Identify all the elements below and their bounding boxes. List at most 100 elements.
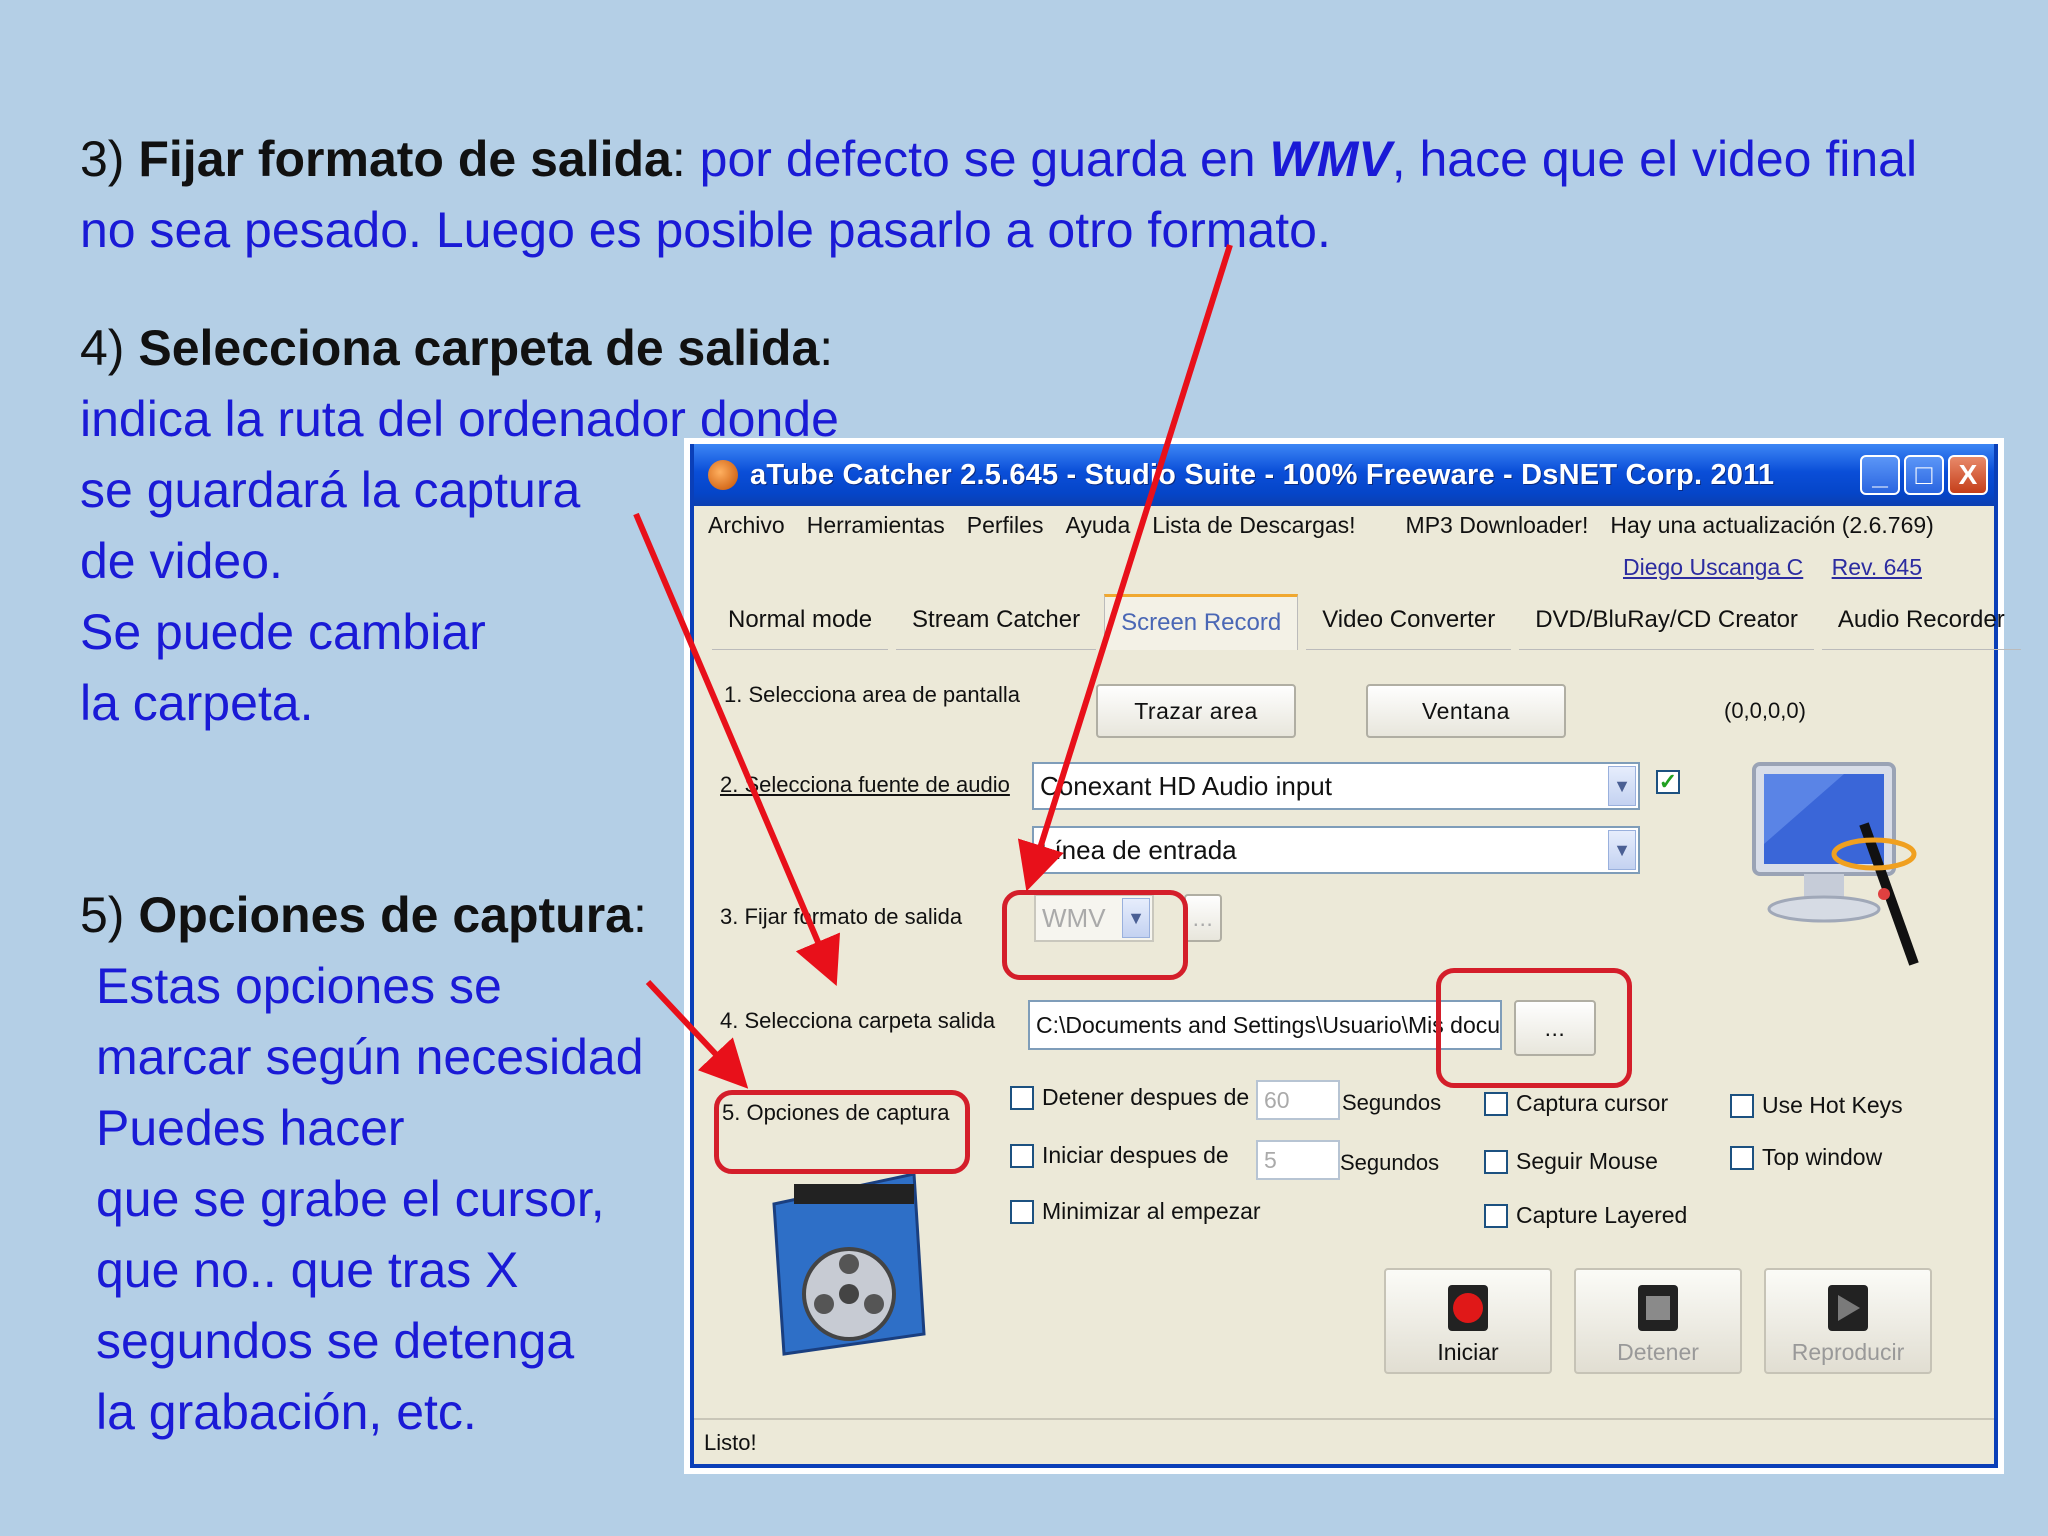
step4-number: 4) bbox=[80, 320, 125, 376]
start-label: Iniciar bbox=[1437, 1339, 1499, 1365]
stop-after-unit: Segundos bbox=[1342, 1090, 1442, 1115]
step5-line: que no.. que tras X bbox=[96, 1242, 519, 1298]
stop-icon bbox=[1638, 1285, 1678, 1331]
step5-line: Estas opciones se bbox=[96, 958, 502, 1014]
header-links: Diego Uscanga C Rev. 645 bbox=[1601, 554, 1922, 581]
follow-mouse-label: Seguir Mouse bbox=[1516, 1148, 1658, 1174]
step5-description: 5) Opciones de captura: Estas opciones s… bbox=[80, 880, 700, 1448]
step5-line: segundos se detenga bbox=[96, 1313, 575, 1369]
monitor-wand-icon bbox=[1752, 762, 1919, 966]
tab-strip: Normal mode Stream Catcher Screen Record… bbox=[712, 594, 2021, 650]
minimize-checkbox[interactable]: Minimizar al empezar bbox=[1010, 1198, 1261, 1225]
step3-label: 3. Fijar formato de salida bbox=[720, 904, 963, 929]
menu-lista-descargas[interactable]: Lista de Descargas! bbox=[1152, 512, 1355, 548]
checkbox-box bbox=[1010, 1199, 1034, 1224]
highlight-browse bbox=[1436, 968, 1632, 1088]
window-button[interactable]: Ventana bbox=[1366, 684, 1566, 738]
app-icon bbox=[708, 460, 738, 490]
stop-after-label: Detener despues de bbox=[1042, 1084, 1250, 1110]
step5-line: que se grabe el cursor, bbox=[96, 1171, 605, 1227]
window-controls: _ □ X bbox=[1860, 455, 1988, 495]
menu-herramientas[interactable]: Herramientas bbox=[807, 512, 945, 548]
atube-catcher-window: aTube Catcher 2.5.645 - Studio Suite - 1… bbox=[690, 444, 2021, 1468]
audio-line-value: Línea de entrada bbox=[1040, 834, 1237, 865]
audio-source-value: Conexant HD Audio input bbox=[1040, 770, 1332, 801]
stop-button[interactable]: Detener bbox=[1574, 1268, 1742, 1374]
check-icon: ✓ bbox=[1656, 769, 1680, 794]
hot-keys-label: Use Hot Keys bbox=[1762, 1092, 1903, 1118]
top-window-checkbox[interactable]: Top window bbox=[1730, 1144, 1882, 1171]
maximize-button[interactable]: □ bbox=[1904, 455, 1944, 495]
close-button[interactable]: X bbox=[1948, 455, 1988, 495]
step3-format: WMV bbox=[1269, 131, 1392, 187]
window-title: aTube Catcher 2.5.645 - Studio Suite - 1… bbox=[750, 458, 1775, 491]
step5-line: Puedes hacer bbox=[96, 1100, 405, 1156]
status-bar: Listo! bbox=[694, 1418, 1994, 1464]
capture-cursor-label: Captura cursor bbox=[1516, 1090, 1669, 1116]
menu-ayuda[interactable]: Ayuda bbox=[1065, 512, 1130, 548]
step3-colon: : bbox=[671, 131, 686, 187]
play-icon bbox=[1828, 1285, 1868, 1331]
step3-heading: Fijar formato de salida bbox=[138, 131, 672, 187]
audio-line-select[interactable]: Línea de entrada ▼ bbox=[1032, 826, 1640, 874]
start-after-seconds[interactable]: 5 bbox=[1256, 1140, 1340, 1180]
film-reel-icon bbox=[772, 1172, 926, 1356]
tab-audio-recorder[interactable]: Audio Recorder bbox=[1821, 594, 2021, 650]
play-button[interactable]: Reproducir bbox=[1764, 1268, 1932, 1374]
stop-after-seconds[interactable]: 60 bbox=[1256, 1080, 1340, 1120]
capture-layered-checkbox[interactable]: Capture Layered bbox=[1484, 1202, 1687, 1229]
checkbox-box bbox=[1730, 1093, 1754, 1118]
menu-bar: Archivo Herramientas Perfiles Ayuda List… bbox=[708, 512, 1980, 548]
output-folder-field[interactable]: C:\Documents and Settings\Usuario\Mis do… bbox=[1028, 1000, 1502, 1050]
step3-text-a: por defecto se guarda en bbox=[685, 131, 1270, 187]
revision-link[interactable]: Rev. 645 bbox=[1832, 554, 1922, 580]
checkbox-box bbox=[1484, 1149, 1508, 1174]
minimize-label: Minimizar al empezar bbox=[1042, 1198, 1261, 1224]
stop-after-checkbox[interactable]: Detener despues de bbox=[1010, 1084, 1249, 1111]
tab-stream-catcher[interactable]: Stream Catcher bbox=[896, 594, 1097, 650]
tab-dvd-creator[interactable]: DVD/BluRay/CD Creator bbox=[1519, 594, 1814, 650]
step5-line: la grabación, etc. bbox=[96, 1384, 477, 1440]
highlight-capture-options bbox=[714, 1090, 970, 1174]
start-after-unit: Segundos bbox=[1340, 1150, 1440, 1175]
menu-update[interactable]: Hay una actualización (2.6.769) bbox=[1610, 512, 1933, 548]
step5-heading: Opciones de captura bbox=[138, 887, 633, 943]
chevron-down-icon[interactable]: ▼ bbox=[1608, 830, 1636, 870]
start-button[interactable]: Iniciar bbox=[1384, 1268, 1552, 1374]
menu-mp3-downloader[interactable]: MP3 Downloader! bbox=[1406, 512, 1589, 548]
capture-cursor-checkbox[interactable]: Captura cursor bbox=[1484, 1090, 1668, 1117]
follow-mouse-checkbox[interactable]: Seguir Mouse bbox=[1484, 1148, 1658, 1175]
hot-keys-checkbox[interactable]: Use Hot Keys bbox=[1730, 1092, 1903, 1119]
step3-number: 3) bbox=[80, 131, 125, 187]
coords-readout: (0,0,0,0) bbox=[1724, 698, 1806, 723]
minimize-button[interactable]: _ bbox=[1860, 455, 1900, 495]
title-bar[interactable]: aTube Catcher 2.5.645 - Studio Suite - 1… bbox=[694, 444, 1994, 506]
audio-enabled-checkbox[interactable]: ✓ bbox=[1656, 769, 1688, 794]
step4-colon: : bbox=[819, 320, 834, 376]
tab-video-converter[interactable]: Video Converter bbox=[1306, 594, 1512, 650]
step3-description: 3) Fijar formato de salida: por defecto … bbox=[80, 124, 1980, 266]
checkbox-box bbox=[1730, 1145, 1754, 1170]
top-window-label: Top window bbox=[1762, 1144, 1883, 1170]
checkbox-box bbox=[1484, 1203, 1508, 1228]
step4-label: 4. Selecciona carpeta salida bbox=[720, 1008, 996, 1033]
menu-archivo[interactable]: Archivo bbox=[708, 512, 785, 548]
draw-area-button[interactable]: Trazar area bbox=[1096, 684, 1296, 738]
step2-label: 2. Selecciona fuente de audio bbox=[720, 772, 1010, 797]
menu-perfiles[interactable]: Perfiles bbox=[967, 512, 1044, 548]
step5-colon: : bbox=[632, 887, 647, 943]
step4-heading: Selecciona carpeta de salida bbox=[138, 320, 820, 376]
step5-number: 5) bbox=[80, 887, 125, 943]
chevron-down-icon[interactable]: ▼ bbox=[1608, 766, 1636, 806]
highlight-format bbox=[1002, 890, 1188, 980]
step1-label: 1. Selecciona area de pantalla bbox=[724, 682, 1020, 707]
start-after-checkbox[interactable]: Iniciar despues de bbox=[1010, 1142, 1229, 1169]
audio-source-select[interactable]: Conexant HD Audio input ▼ bbox=[1032, 762, 1640, 810]
checkbox-box bbox=[1010, 1143, 1034, 1168]
tab-screen-record[interactable]: Screen Record bbox=[1104, 594, 1299, 650]
start-after-label: Iniciar despues de bbox=[1042, 1142, 1229, 1168]
author-link[interactable]: Diego Uscanga C bbox=[1623, 554, 1803, 580]
checkbox-box bbox=[1010, 1085, 1034, 1110]
format-options-button[interactable]: ... bbox=[1184, 894, 1222, 942]
tab-normal-mode[interactable]: Normal mode bbox=[712, 594, 889, 650]
